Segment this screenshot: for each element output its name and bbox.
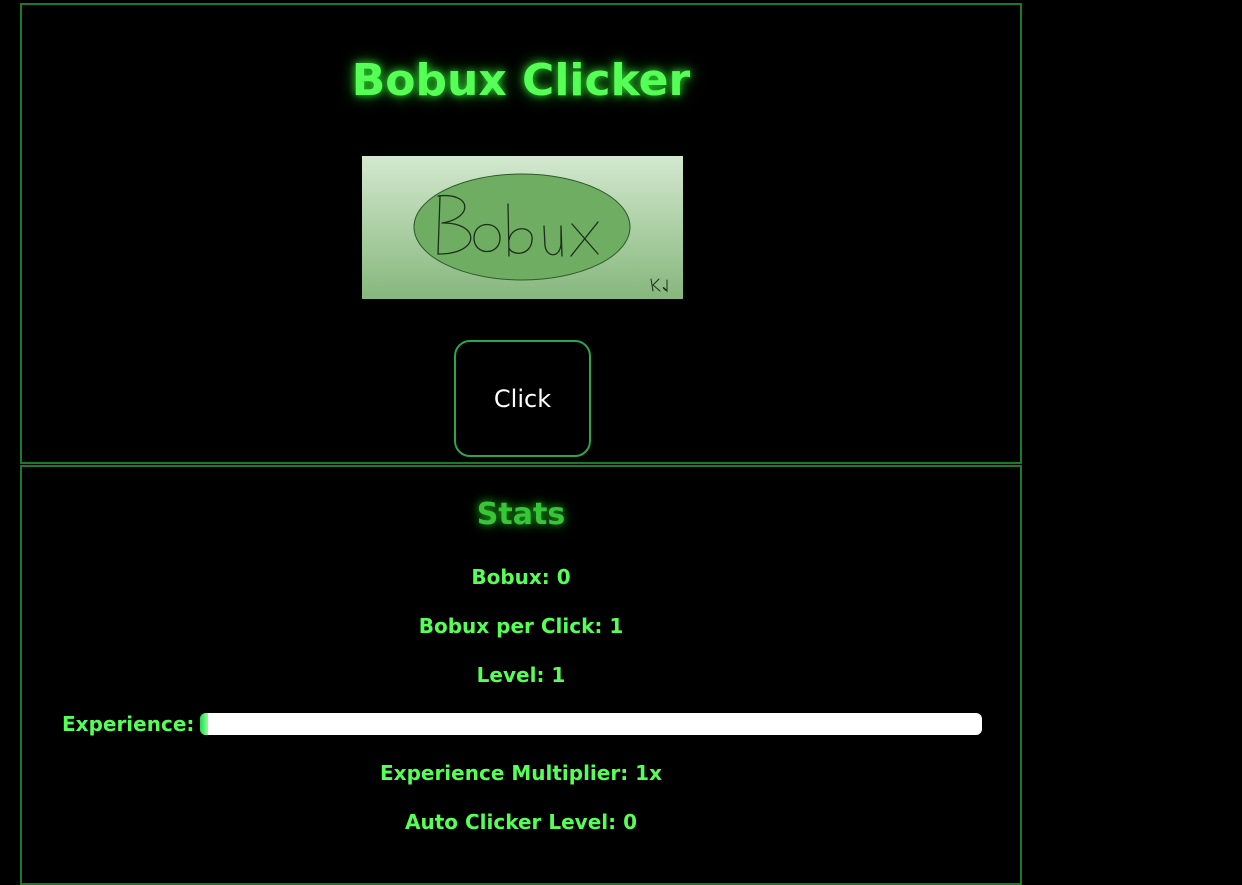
bobux-count: Bobux: 0 xyxy=(471,565,571,589)
level-value: Level: 1 xyxy=(476,663,566,687)
experience-label: Experience: xyxy=(62,712,195,736)
experience-progress-fill xyxy=(200,713,209,735)
bobux-per-click: Bobux per Click: 1 xyxy=(418,614,624,638)
stats-heading: Stats xyxy=(476,497,566,532)
experience-row: Experience: xyxy=(62,712,982,736)
clicker-panel: Bobux Clicker Click xyxy=(20,3,1022,464)
bobux-logo-image xyxy=(362,156,683,299)
experience-multiplier: Experience Multiplier: 1x xyxy=(380,761,662,785)
click-button[interactable]: Click xyxy=(454,340,591,457)
page-title: Bobux Clicker xyxy=(351,55,691,106)
auto-clicker-level: Auto Clicker Level: 0 xyxy=(404,810,638,834)
stats-panel: Stats Bobux: 0 Bobux per Click: 1 Level:… xyxy=(20,465,1022,885)
experience-progress-bar xyxy=(200,713,982,735)
